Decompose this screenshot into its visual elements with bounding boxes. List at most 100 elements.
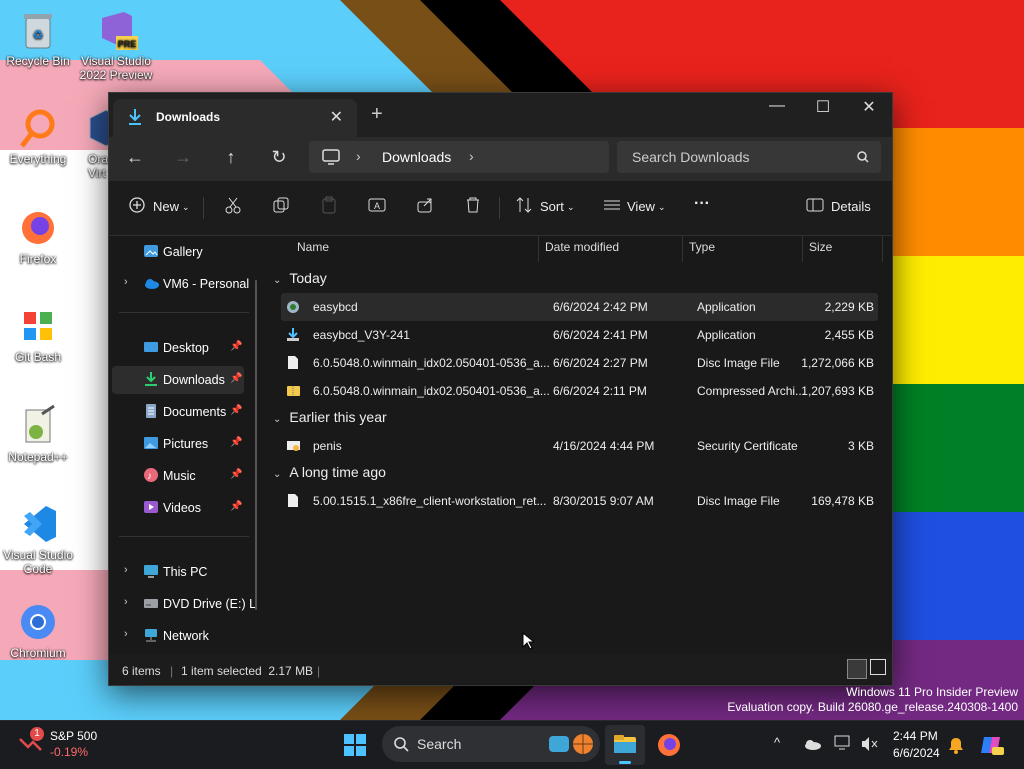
pin-icon: 📌: [230, 405, 243, 416]
column-header-size[interactable]: Size: [809, 240, 832, 254]
sidebar-item-this-pc[interactable]: › This PC: [112, 558, 244, 586]
sidebar-item-desktop[interactable]: Desktop 📌: [112, 334, 244, 362]
group-header-earlier-this-year[interactable]: ⌄ Earlier this year: [273, 409, 387, 425]
git-bash-icon: [16, 304, 60, 348]
tab-downloads[interactable]: Downloads ✕: [113, 99, 357, 137]
sidebar-item-gallery[interactable]: Gallery: [112, 238, 244, 266]
copy-icon[interactable]: [272, 196, 292, 216]
details-view-button[interactable]: [847, 659, 867, 679]
sidebar-item-music[interactable]: ♪ Music 📌: [112, 462, 244, 490]
paste-icon[interactable]: [320, 196, 340, 216]
show-hidden-icons-button[interactable]: ^: [774, 735, 780, 750]
details-pane-icon: [806, 196, 826, 216]
certificate-icon: [286, 438, 300, 453]
table-row[interactable]: penis 4/16/2024 4:44 PM Security Certifi…: [281, 432, 878, 460]
desktop-icon-git-bash[interactable]: Git Bash: [0, 304, 76, 364]
table-row[interactable]: easybcd_V3Y-241 6/6/2024 2:41 PM Applica…: [281, 321, 878, 349]
search-box[interactable]: Search Downloads: [617, 141, 881, 173]
chromium-icon: [16, 600, 60, 644]
new-tab-button[interactable]: +: [371, 103, 383, 126]
close-window-button[interactable]: ✕: [846, 97, 892, 117]
table-row[interactable]: 6.0.5048.0.winmain_idx02.050401-0536_a..…: [281, 349, 878, 377]
table-row[interactable]: 5.00.1515.1_x86fre_client-workstation_re…: [281, 487, 878, 515]
sidebar-item-downloads[interactable]: Downloads 📌: [112, 366, 244, 394]
desktop-icon-vscode[interactable]: Visual Studio Code: [0, 502, 76, 576]
address-bar[interactable]: › Downloads ›: [309, 141, 609, 173]
sidebar-item-documents[interactable]: Documents 📌: [112, 398, 244, 426]
videos-icon: [143, 499, 159, 515]
clock-time[interactable]: 2:44 PM: [893, 729, 938, 743]
stocks-widget[interactable]: 1 S&P 500 -0.19%: [18, 727, 118, 763]
chevron-right-icon[interactable]: ›: [124, 564, 128, 576]
more-options-button[interactable]: ···: [694, 195, 710, 213]
sidebar-item-dvd-drive[interactable]: › DVD Drive (E:) L: [112, 590, 256, 618]
title-bar: Downloads ✕ + — ☐ ✕: [109, 93, 892, 137]
taskbar: 1 S&P 500 -0.19% Search ^ 2:44 PM 6/6/20…: [0, 720, 1024, 769]
documents-icon: [143, 403, 159, 419]
desktop-icon-chromium[interactable]: Chromium: [0, 600, 76, 660]
column-header-name[interactable]: Name: [297, 240, 329, 254]
desktop-icon-label: Recycle Bin: [6, 54, 70, 68]
share-icon[interactable]: [416, 196, 436, 216]
sidebar-scrollbar[interactable]: [255, 280, 257, 610]
group-header-a-long-time-ago[interactable]: ⌄ A long time ago: [273, 464, 386, 480]
search-icon: [394, 737, 409, 752]
clock-date[interactable]: 6/6/2024: [893, 746, 940, 760]
desktop-icon-label: Git Bash: [14, 350, 62, 364]
taskbar-file-explorer[interactable]: [605, 725, 645, 765]
refresh-button[interactable]: ↻: [264, 147, 294, 168]
svg-text:♪: ♪: [147, 471, 152, 482]
desktop-icon-visual-studio-2022[interactable]: PRE Visual Studio 2022 Preview: [78, 8, 154, 82]
delete-icon[interactable]: [464, 196, 484, 216]
desktop-icon-notepad-plus-plus[interactable]: Notepad++: [0, 404, 76, 464]
stock-name: S&P 500: [50, 729, 98, 743]
disc-image-icon: [286, 493, 300, 508]
taskbar-search[interactable]: Search: [382, 726, 600, 762]
desktop-icon-firefox[interactable]: Firefox: [0, 206, 76, 266]
close-tab-icon[interactable]: ✕: [330, 107, 343, 127]
network-icon: [143, 627, 159, 643]
group-header-today[interactable]: ⌄ Today: [273, 270, 327, 286]
desktop-icon-recycle-bin[interactable]: ♻ Recycle Bin: [0, 8, 76, 68]
cut-icon[interactable]: [224, 196, 244, 216]
display-icon[interactable]: [834, 735, 852, 751]
rename-icon[interactable]: A: [368, 196, 388, 216]
desktop-icon-everything[interactable]: Everything: [0, 106, 76, 166]
recycle-bin-icon: ♻: [16, 8, 60, 52]
tiles-view-button[interactable]: [870, 659, 886, 675]
search-icon: [857, 151, 869, 163]
minimize-button[interactable]: —: [754, 97, 800, 115]
sidebar-item-pictures[interactable]: Pictures 📌: [112, 430, 244, 458]
status-bar: 6 items | 1 item selected 2.17 MB |: [109, 654, 892, 684]
sidebar-item-network[interactable]: › Network: [112, 622, 244, 650]
pictures-icon: [143, 435, 159, 451]
chevron-right-icon[interactable]: ›: [124, 596, 128, 608]
search-input[interactable]: Search Downloads: [632, 149, 750, 165]
start-button[interactable]: [343, 733, 367, 757]
chevron-right-icon[interactable]: ›: [124, 276, 128, 288]
table-row[interactable]: 6.0.5048.0.winmain_idx02.050401-0536_a..…: [281, 377, 878, 405]
maximize-button[interactable]: ☐: [800, 97, 846, 117]
column-header-type[interactable]: Type: [689, 240, 715, 254]
sidebar-item-onedrive[interactable]: › VM6 - Personal: [112, 270, 249, 298]
up-button[interactable]: ↑: [216, 147, 246, 168]
volume-muted-icon[interactable]: [860, 735, 878, 753]
file-explorer-window: Downloads ✕ + — ☐ ✕ ← → ↑ ↻ › Downloads …: [108, 92, 893, 686]
breadcrumb-chevron-icon[interactable]: ›: [469, 148, 474, 164]
forward-button[interactable]: →: [168, 147, 198, 168]
sort-icon: [515, 196, 535, 216]
search-highlight-icon: [549, 734, 593, 754]
chevron-right-icon[interactable]: ›: [124, 628, 128, 640]
copilot-icon[interactable]: [980, 733, 1004, 757]
taskbar-firefox-icon[interactable]: [656, 732, 682, 758]
sidebar-item-videos[interactable]: Videos 📌: [112, 494, 244, 522]
notification-bell-icon[interactable]: [948, 736, 964, 754]
back-button[interactable]: ←: [120, 147, 150, 168]
breadcrumb-downloads[interactable]: Downloads: [382, 149, 451, 165]
desktop-icon-label: Chromium: [10, 646, 66, 660]
cloud-icon: [143, 275, 159, 291]
onedrive-icon[interactable]: [803, 738, 821, 750]
column-header-date[interactable]: Date modified: [545, 240, 619, 254]
table-row[interactable]: easybcd 6/6/2024 2:42 PM Application 2,2…: [281, 293, 878, 321]
chevron-down-icon: ⌄: [273, 469, 282, 480]
